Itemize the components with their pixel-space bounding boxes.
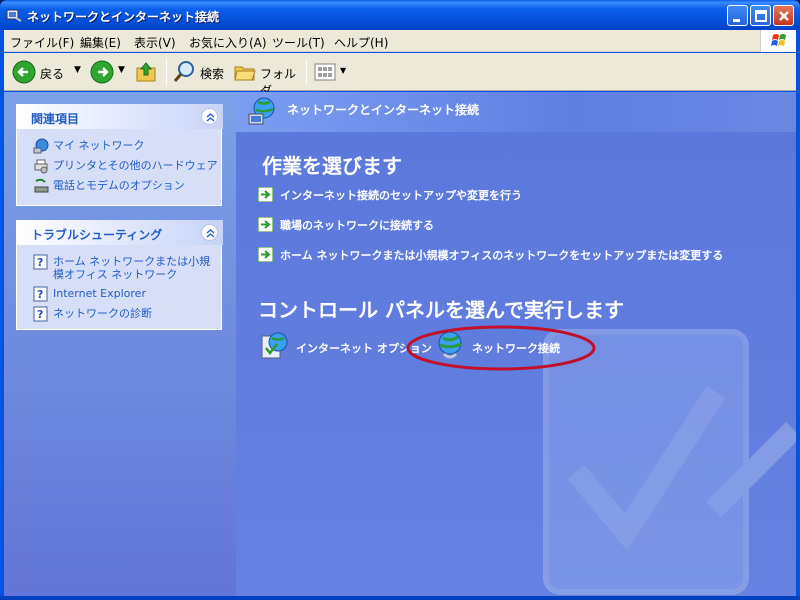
- search-icon: [173, 61, 194, 82]
- task-label: 職場のネットワークに接続する: [280, 219, 434, 232]
- link-label: ホーム ネットワークまたは小規: [53, 255, 211, 268]
- control-panel-heading: コントロール パネルを選んで実行します: [258, 298, 624, 322]
- task-label: ホーム ネットワークまたは小規模オフィスのネットワークをセットアップまたは変更す…: [280, 249, 724, 262]
- back-dropdown-icon[interactable]: ▼: [74, 65, 81, 75]
- related-topics-header[interactable]: 関連項目: [17, 104, 223, 129]
- search-label: 検索: [200, 67, 225, 81]
- svg-text:?: ?: [37, 288, 43, 301]
- link-label: ネットワークの診断: [53, 307, 152, 320]
- chevron-up-icon: [206, 113, 215, 122]
- close-button[interactable]: [773, 5, 794, 26]
- internet-options-icon: [261, 332, 288, 359]
- collapse-button[interactable]: [201, 108, 218, 125]
- category-header: ネットワークとインターネット接続: [236, 92, 796, 132]
- toolbar-separator: [306, 59, 307, 85]
- main-pane: ネットワークとインターネット接続 作業を選びます インターネット接続のセットアッ…: [236, 92, 796, 596]
- toolbar-separator: [166, 59, 167, 85]
- window-title: ネットワークとインターネット接続: [27, 10, 220, 24]
- troubleshooting-title: トラブルシューティング: [31, 228, 163, 242]
- menu-help[interactable]: ヘルプ(H): [334, 34, 388, 51]
- help-icon: ?: [33, 306, 48, 322]
- forward-dropdown-icon[interactable]: ▼: [118, 65, 125, 75]
- minimize-button[interactable]: [727, 5, 748, 26]
- svg-text:?: ?: [37, 308, 43, 321]
- close-icon: [779, 11, 789, 21]
- link-label: プリンタとその他のハードウェア: [53, 159, 218, 172]
- windows-logo-icon: [760, 30, 796, 52]
- forward-arrow-icon: [90, 60, 114, 84]
- link-label: 電話とモデムのオプション: [53, 179, 185, 192]
- menu-file[interactable]: ファイル(F): [10, 34, 74, 51]
- menu-view[interactable]: 表示(V): [134, 34, 176, 51]
- network-globe-icon: [248, 97, 275, 125]
- troubleshooting-panel: トラブルシューティング ? ホーム ネットワークまたは小規 模オフィス ネットワ…: [16, 220, 223, 330]
- folder-up-icon: [136, 62, 156, 82]
- minimize-icon: [733, 19, 740, 22]
- views-button[interactable]: ▼: [312, 59, 352, 85]
- related-topics-title: 関連項目: [31, 112, 80, 126]
- tasks-heading: 作業を選びます: [262, 154, 402, 178]
- forward-button[interactable]: ▼: [90, 59, 130, 85]
- link-label: マイ ネットワーク: [53, 139, 145, 152]
- views-grid-icon: [314, 63, 336, 81]
- toolbar: 戻る ▼ ▼ 検索 フォルダ ▼: [4, 53, 796, 98]
- window: ネットワークとインターネット接続 ファイル(F) 編集(E) 表示(V) お気に…: [0, 0, 800, 600]
- back-button[interactable]: 戻る ▼: [12, 59, 88, 85]
- help-icon: ?: [33, 254, 48, 270]
- cp-internet-options[interactable]: インターネット オプション: [258, 330, 432, 364]
- green-arrow-icon: [258, 247, 273, 262]
- back-arrow-icon: [12, 60, 36, 84]
- folders-icon: [234, 66, 256, 81]
- related-topics-panel: 関連項目 マイ ネットワーク プリンタとその他のハードウェア 電話とモデムのオプ…: [16, 104, 223, 206]
- back-label: 戻る: [40, 67, 65, 81]
- views-dropdown-icon[interactable]: ▼: [340, 66, 346, 75]
- collapse-button[interactable]: [201, 224, 218, 241]
- window-border-right: [796, 30, 800, 600]
- menu-favorites[interactable]: お気に入り(A): [189, 34, 267, 51]
- search-button[interactable]: 検索: [172, 59, 230, 85]
- left-task-pane: 関連項目 マイ ネットワーク プリンタとその他のハードウェア 電話とモデムのオプ…: [4, 92, 236, 596]
- help-icon: ?: [33, 286, 48, 302]
- maximize-icon: [755, 10, 767, 22]
- menu-bar: ファイル(F) 編集(E) 表示(V) お気に入り(A) ツール(T) ヘルプ(…: [4, 30, 796, 52]
- window-border-bottom: [0, 596, 800, 600]
- menu-tools[interactable]: ツール(T): [272, 34, 325, 51]
- my-network-icon: [33, 138, 49, 154]
- category-title: ネットワークとインターネット接続: [287, 103, 480, 117]
- title-bar[interactable]: ネットワークとインターネット接続: [0, 0, 800, 30]
- printer-icon: [34, 159, 48, 174]
- phone-modem-icon: [34, 178, 49, 193]
- svg-text:?: ?: [37, 256, 43, 269]
- green-arrow-icon: [258, 217, 273, 232]
- task-label: インターネット接続のセットアップや変更を行う: [280, 189, 522, 202]
- highlight-ellipse: [406, 325, 596, 371]
- chevron-up-icon: [206, 229, 215, 238]
- troubleshooting-header[interactable]: トラブルシューティング: [17, 220, 223, 245]
- folders-button[interactable]: フォルダ: [232, 59, 302, 98]
- up-button[interactable]: [134, 59, 160, 85]
- content-area: 関連項目 マイ ネットワーク プリンタとその他のハードウェア 電話とモデムのオプ…: [4, 92, 796, 596]
- link-label: Internet Explorer: [53, 287, 146, 300]
- control-panel-icon: [6, 9, 22, 22]
- link-label-line2: 模オフィス ネットワーク: [53, 268, 178, 281]
- maximize-button[interactable]: [750, 5, 771, 26]
- menu-edit[interactable]: 編集(E): [80, 34, 121, 51]
- green-arrow-icon: [258, 187, 273, 202]
